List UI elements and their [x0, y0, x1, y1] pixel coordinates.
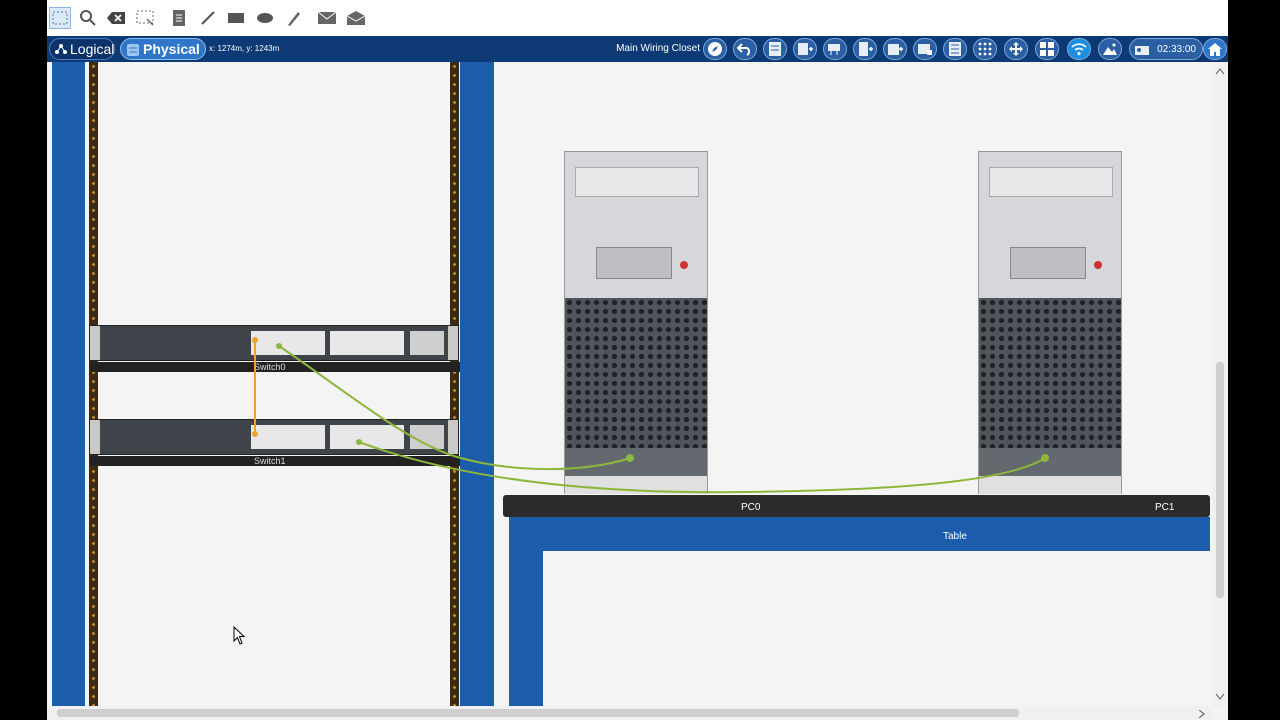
freeform-icon[interactable] — [282, 7, 304, 29]
back-icon[interactable] — [733, 38, 757, 60]
cable-endpoint — [252, 337, 258, 343]
packet-tracer-window: Logical Physical x: 1274m, y: 1243m Main… — [47, 0, 1228, 720]
cable-switch1-pc1[interactable] — [358, 441, 1046, 494]
delete-icon[interactable] — [105, 7, 127, 29]
inspect-icon[interactable] — [77, 7, 99, 29]
workspace-navbar: Logical Physical x: 1274m, y: 1243m Main… — [47, 36, 1228, 62]
rectangle-icon[interactable] — [225, 7, 247, 29]
simple-pdu-icon[interactable] — [316, 7, 338, 29]
scrollbar-thumb[interactable] — [57, 709, 1019, 717]
clock: 02:33:00 — [1129, 38, 1203, 60]
viewport-icon — [1135, 46, 1149, 55]
vertical-scrollbar[interactable] — [1212, 62, 1228, 706]
move-object-icon[interactable] — [943, 38, 967, 60]
new-rack-icon[interactable] — [763, 38, 787, 60]
grid-icon[interactable] — [973, 38, 997, 60]
tab-logical-label: Logical — [70, 41, 115, 57]
complex-pdu-icon[interactable] — [345, 7, 367, 29]
select-icon[interactable] — [49, 7, 71, 29]
scroll-right-icon[interactable] — [1199, 710, 1205, 718]
new-building-icon[interactable] — [853, 38, 877, 60]
tab-logical[interactable]: Logical — [49, 38, 115, 60]
physical-workspace[interactable]: Switch0 Switch1 PC0 PC1 Table — [47, 62, 1212, 706]
scroll-down-icon[interactable] — [1216, 694, 1224, 700]
cable-switch0-pc0[interactable] — [278, 345, 631, 471]
cursor-coordinates: x: 1274m, y: 1243m — [209, 44, 280, 53]
note-icon[interactable] — [168, 7, 190, 29]
line-icon[interactable] — [197, 7, 219, 29]
horizontal-scrollbar[interactable] — [47, 706, 1212, 720]
mouse-cursor-icon — [233, 626, 246, 645]
background-image-icon[interactable] — [1098, 38, 1122, 60]
cable-endpoint — [252, 431, 258, 437]
move-icon[interactable] — [1004, 38, 1028, 60]
location-breadcrumb: Main Wiring Closet — [616, 43, 700, 54]
cable-endpoint — [276, 343, 282, 349]
cable-endpoint — [1041, 454, 1049, 462]
main-toolbar — [47, 0, 1228, 37]
tab-physical[interactable]: Physical — [120, 38, 206, 60]
cable-endpoint — [626, 454, 634, 462]
navigation-compass-icon[interactable] — [703, 38, 727, 60]
scroll-up-icon[interactable] — [1216, 68, 1224, 74]
resize-icon[interactable] — [134, 7, 156, 29]
tab-physical-label: Physical — [143, 41, 200, 57]
logical-icon — [55, 44, 67, 54]
cable-endpoint — [356, 439, 362, 445]
physical-icon — [127, 44, 139, 56]
scrollbar-thumb[interactable] — [1216, 362, 1224, 598]
ellipse-icon[interactable] — [254, 7, 276, 29]
wireless-icon[interactable] — [1067, 38, 1091, 60]
new-table-icon[interactable] — [793, 38, 817, 60]
clock-time: 02:33:00 — [1157, 43, 1196, 55]
new-container-icon[interactable] — [913, 38, 937, 60]
new-multiuser-icon[interactable] — [823, 38, 847, 60]
cluster-icon[interactable] — [1035, 38, 1059, 60]
new-closet-icon[interactable] — [883, 38, 907, 60]
cable-layer — [252, 337, 1049, 494]
home-icon[interactable] — [1203, 38, 1227, 60]
